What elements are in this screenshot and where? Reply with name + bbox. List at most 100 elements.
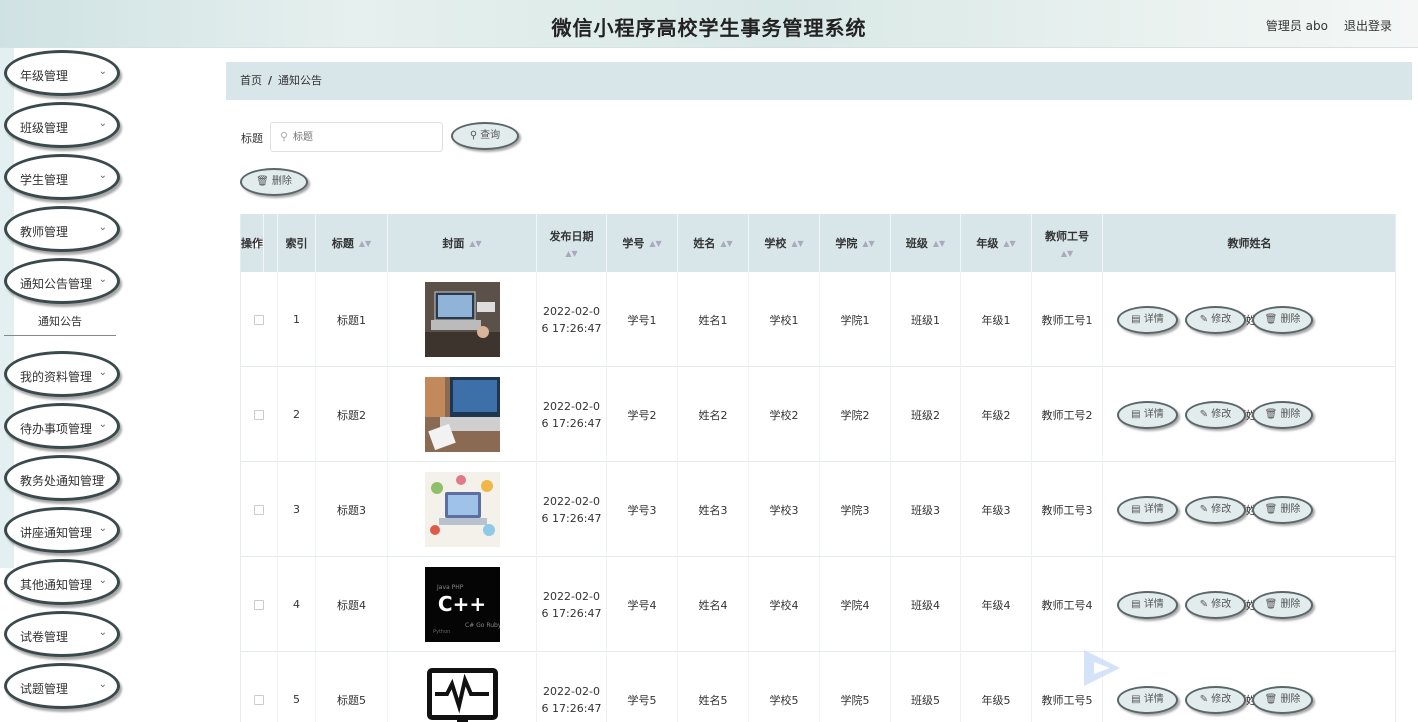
row-checkbox[interactable]: [254, 409, 264, 420]
sort-icon[interactable]: ▲▼: [791, 239, 803, 248]
sidebar: 年级管理 ⌄ 班级管理 ⌄ 学生管理 ⌄ 教师管理 ⌄ 通知公告管理 ⌄ 我的资料管理 ⌄ 待办事项管理…: [0, 48, 130, 722]
edit-button[interactable]: ✎ 修改: [1185, 496, 1246, 524]
sidebar-menu-item[interactable]: 待办事项管理 ⌄: [4, 403, 120, 449]
cover-image: [424, 282, 500, 357]
chevron-down-icon: ⌄: [98, 523, 107, 534]
pencil-icon: ✎: [1199, 409, 1212, 420]
column-header[interactable]: 年级 ▲▼: [961, 214, 1032, 272]
cell-college: 学院4: [820, 557, 891, 652]
svg-text:Python: Python: [433, 629, 450, 635]
column-header[interactable]: 班级 ▲▼: [891, 214, 961, 272]
chevron-down-icon: ⌄: [98, 274, 107, 285]
delete-button[interactable]: 🗑 删除: [1252, 401, 1313, 429]
trash-icon: 🗑: [1264, 314, 1281, 325]
row-checkbox[interactable]: [254, 694, 264, 705]
sidebar-menu-item[interactable]: 教务处通知管理 ⌄: [4, 455, 120, 501]
trash-icon: 🗑: [1264, 409, 1281, 420]
sidebar-submenu-notice[interactable]: 通知公告: [4, 308, 116, 336]
sidebar-menu-item[interactable]: 通知公告管理 ⌄: [4, 258, 120, 304]
delete-button[interactable]: 🗑 删除: [1252, 496, 1313, 524]
row-checkbox[interactable]: [254, 314, 264, 325]
query-button[interactable]: ⚲ 查询: [451, 122, 519, 150]
cell-date: 2022-02-06 17:26:47: [537, 367, 607, 462]
sort-icon[interactable]: ▲▼: [720, 239, 732, 248]
sidebar-menu-item[interactable]: 试题管理 ⌄: [4, 663, 120, 709]
sort-icon[interactable]: ▲▼: [565, 249, 577, 258]
cover-image: [424, 662, 500, 722]
chevron-down-icon: ⌄: [98, 419, 107, 430]
breadcrumb-home[interactable]: 首页: [240, 74, 262, 87]
row-checkbox[interactable]: [254, 504, 264, 515]
cell-college: 学院3: [820, 462, 891, 557]
sidebar-menu-item[interactable]: 讲座通知管理 ⌄: [4, 507, 120, 553]
column-header[interactable]: 教师工号 ▲▼: [1032, 214, 1103, 272]
detail-label: 详情: [1143, 409, 1164, 420]
edit-button[interactable]: ✎ 修改: [1185, 401, 1246, 429]
row-checkbox[interactable]: [254, 599, 264, 610]
batch-delete-button[interactable]: 🗑 删除: [240, 168, 308, 196]
cell-index: 3: [278, 462, 316, 557]
delete-button[interactable]: 🗑 删除: [1252, 686, 1313, 714]
cell-name: 姓名4: [678, 557, 749, 652]
detail-button[interactable]: ▤ 详情: [1117, 496, 1178, 524]
detail-button[interactable]: ▤ 详情: [1117, 686, 1178, 714]
column-header[interactable]: 发布日期 ▲▼: [537, 214, 607, 272]
sidebar-menu-label: 班级管理: [20, 121, 69, 135]
column-header[interactable]: 封面 ▲▼: [388, 214, 537, 272]
cell-grade: 年级2: [961, 367, 1032, 462]
edit-label: 修改: [1211, 504, 1232, 515]
detail-button[interactable]: ▤ 详情: [1117, 306, 1178, 334]
delete-label: 删除: [1280, 314, 1301, 325]
sort-icon[interactable]: ▲▼: [469, 239, 481, 248]
cell-college: 学院2: [820, 367, 891, 462]
cell-student-no: 学号4: [607, 557, 678, 652]
cell-date: 2022-02-06 17:26:47: [537, 272, 607, 367]
delete-button[interactable]: 🗑 删除: [1252, 306, 1313, 334]
edit-button[interactable]: ✎ 修改: [1185, 591, 1246, 619]
sort-icon[interactable]: ▲▼: [649, 239, 661, 248]
cell-name: 姓名5: [678, 652, 749, 722]
column-header[interactable]: 学院 ▲▼: [820, 214, 891, 272]
cell-date: 2022-02-06 17:26:47: [537, 462, 607, 557]
logout-link[interactable]: 退出登录: [1344, 17, 1392, 34]
sort-icon[interactable]: ▲▼: [359, 239, 371, 248]
cell-title: 标题1: [316, 272, 388, 367]
edit-label: 修改: [1211, 694, 1232, 705]
cell-school: 学校3: [749, 462, 820, 557]
cell-name: 姓名2: [678, 367, 749, 462]
sort-icon[interactable]: ▲▼: [1003, 239, 1015, 248]
search-field[interactable]: ⚲: [270, 122, 443, 152]
detail-button[interactable]: ▤ 详情: [1117, 401, 1178, 429]
chevron-down-icon: ⌄: [98, 170, 107, 181]
column-header-label: 班级: [905, 237, 928, 250]
column-header[interactable]: 标题 ▲▼: [316, 214, 388, 272]
trash-icon: 🗑: [1264, 599, 1281, 610]
sidebar-menu-item[interactable]: 我的资料管理 ⌄: [4, 351, 120, 397]
sidebar-menu-item[interactable]: 其他通知管理 ⌄: [4, 559, 120, 605]
column-header[interactable]: 姓名 ▲▼: [678, 214, 749, 272]
pencil-icon: ✎: [1199, 504, 1212, 515]
sidebar-menu-item[interactable]: 试卷管理 ⌄: [4, 611, 120, 657]
edit-button[interactable]: ✎ 修改: [1185, 686, 1246, 714]
sort-icon[interactable]: ▲▼: [862, 239, 874, 248]
sort-icon[interactable]: ▲▼: [933, 239, 945, 248]
sidebar-menu-item[interactable]: 学生管理 ⌄: [4, 154, 120, 200]
delete-button[interactable]: 🗑 删除: [1252, 591, 1313, 619]
edit-button[interactable]: ✎ 修改: [1185, 306, 1246, 334]
sidebar-menu-label: 教务处通知管理: [20, 474, 105, 488]
row-select-cell: [241, 367, 278, 462]
cell-teacher-no: 教师工号2: [1032, 367, 1103, 462]
cell-school: 学校4: [749, 557, 820, 652]
sort-icon[interactable]: ▲▼: [1061, 249, 1073, 258]
column-header[interactable]: 学校 ▲▼: [749, 214, 820, 272]
current-user: 管理员 abo: [1265, 19, 1328, 33]
column-header[interactable]: 学号 ▲▼: [607, 214, 678, 272]
detail-button[interactable]: ▤ 详情: [1117, 591, 1178, 619]
sidebar-menu-item[interactable]: 教师管理 ⌄: [4, 206, 120, 252]
cell-student-no: 学号3: [607, 462, 678, 557]
sidebar-menu-item[interactable]: 年级管理 ⌄: [4, 50, 120, 96]
title-search-input[interactable]: [293, 128, 433, 146]
document-icon: ▤: [1131, 504, 1144, 515]
sidebar-menu-label: 待办事项管理: [20, 422, 93, 436]
sidebar-menu-item[interactable]: 班级管理 ⌄: [4, 102, 120, 148]
